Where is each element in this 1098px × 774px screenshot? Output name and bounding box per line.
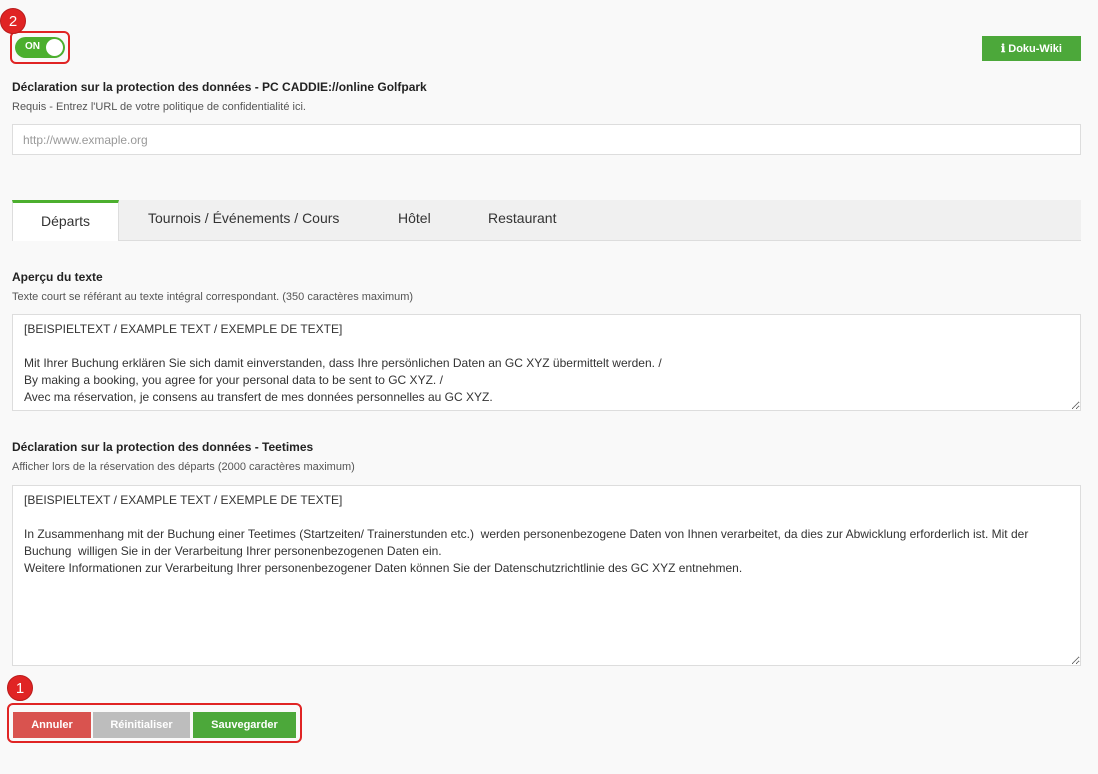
- tab-hotel[interactable]: Hôtel: [370, 200, 459, 241]
- privacy-url-input[interactable]: [12, 124, 1081, 155]
- annotation-marker-2: 2: [0, 8, 26, 34]
- preview-help: Texte court se référant au texte intégra…: [12, 291, 414, 303]
- annotation-marker-1: 1: [7, 675, 33, 701]
- preview-label: Aperçu du texte: [12, 270, 103, 284]
- privacy-url-label: Déclaration sur la protection des donnée…: [12, 80, 427, 94]
- doku-wiki-button[interactable]: ℹ Doku-Wiki: [982, 36, 1081, 61]
- tab-bar: Départs Tournois / Événements / Cours Hô…: [12, 200, 1081, 241]
- settings-page: 2 ON ℹ Doku-Wiki Déclaration sur la prot…: [0, 0, 1098, 774]
- toggle-label: ON: [25, 41, 40, 52]
- preview-textarea[interactable]: [12, 314, 1081, 411]
- tab-restaurant[interactable]: Restaurant: [460, 200, 584, 241]
- teetimes-help: Afficher lors de la réservation des dépa…: [12, 461, 355, 473]
- teetimes-textarea[interactable]: [12, 485, 1081, 666]
- tab-departs[interactable]: Départs: [12, 200, 119, 241]
- toggle-knob: [46, 39, 63, 56]
- cancel-button[interactable]: Annuler: [13, 712, 91, 738]
- tab-tournois[interactable]: Tournois / Événements / Cours: [120, 200, 367, 241]
- reset-button[interactable]: Réinitialiser: [93, 712, 190, 738]
- save-button[interactable]: Sauvegarder: [193, 712, 296, 738]
- privacy-toggle[interactable]: ON: [15, 37, 65, 58]
- privacy-url-help: Requis - Entrez l'URL de votre politique…: [12, 101, 306, 113]
- teetimes-label: Déclaration sur la protection des donnée…: [12, 440, 314, 454]
